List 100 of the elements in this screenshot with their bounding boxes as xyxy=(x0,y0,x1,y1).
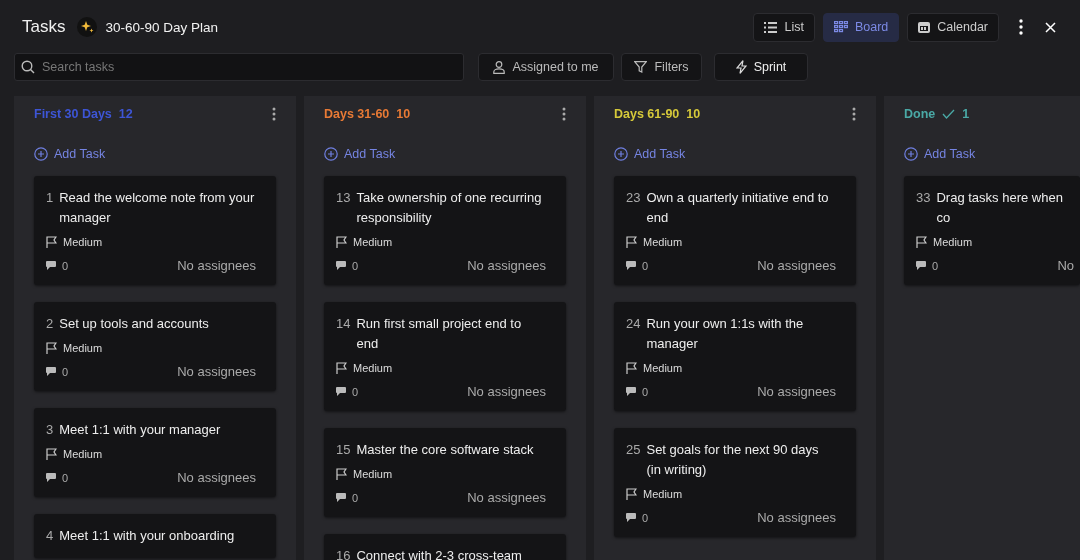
column-count: 10 xyxy=(396,107,411,121)
plus-circle-icon xyxy=(34,147,48,161)
priority-label: Medium xyxy=(643,362,683,374)
column-count: 1 xyxy=(962,107,970,121)
comment-icon xyxy=(626,513,636,522)
flag-icon xyxy=(916,236,927,248)
task-card[interactable]: 4 Meet 1:1 with your onboarding xyxy=(34,514,276,558)
assignees-label: No assignees xyxy=(467,258,546,273)
more-icon[interactable] xyxy=(562,107,566,121)
task-title: Own a quarterly initiative end to end xyxy=(646,189,830,227)
priority-label: Medium xyxy=(933,236,973,248)
assignees-label: No assignees xyxy=(467,490,546,505)
task-number: 1 xyxy=(46,189,54,207)
funnel-icon xyxy=(634,61,648,73)
comment-count: 0 xyxy=(642,385,649,398)
flag-icon xyxy=(46,236,57,248)
flag-icon xyxy=(46,448,57,460)
column-title: First 30 Days xyxy=(34,107,112,121)
comment-icon xyxy=(626,261,636,270)
comment-icon xyxy=(46,473,56,482)
more-icon[interactable] xyxy=(1019,19,1023,35)
page-title: Tasks xyxy=(22,17,66,37)
priority-label: Medium xyxy=(353,468,393,480)
comment-count: 0 xyxy=(62,259,69,272)
task-number: 33 xyxy=(916,189,931,207)
task-card[interactable]: 23 Own a quarterly initiative end to end Medium 0 No assignees xyxy=(614,176,856,285)
task-card[interactable]: 24 Run your own 1:1s with the manager Medium 0 No assignees xyxy=(614,302,856,411)
comment-count: 0 xyxy=(62,471,69,484)
task-number: 25 xyxy=(626,441,641,459)
flag-icon xyxy=(626,236,637,248)
column-count: 12 xyxy=(118,107,133,121)
column-title: Days 31-60 xyxy=(324,107,390,121)
flag-icon xyxy=(336,468,347,480)
flag-icon xyxy=(46,342,57,354)
flag-icon xyxy=(336,362,347,374)
more-icon[interactable] xyxy=(272,107,276,121)
column-title: Done xyxy=(904,107,936,121)
calendar-icon xyxy=(918,21,931,33)
comment-icon xyxy=(46,261,56,270)
add-task-button[interactable]: Add Task xyxy=(34,146,106,162)
task-card[interactable]: 25 Set goals for the next 90 days (in writing) Medium 0 No assignees xyxy=(614,428,856,537)
task-card[interactable]: 16 Connect with 2-3 cross-team xyxy=(324,534,566,560)
task-number: 13 xyxy=(336,189,351,207)
task-title: Meet 1:1 with your manager xyxy=(59,421,221,439)
task-number: 15 xyxy=(336,441,351,459)
close-icon[interactable] xyxy=(1045,21,1056,33)
task-title: Connect with 2-3 cross-team xyxy=(356,547,522,560)
filter-button[interactable]: Assigned to me xyxy=(478,53,614,81)
plus-circle-icon xyxy=(324,147,338,161)
priority-label: Medium xyxy=(353,362,393,374)
plus-circle-icon xyxy=(904,147,918,161)
assignees-label: No xyxy=(1057,258,1074,273)
task-number: 3 xyxy=(46,421,54,439)
add-task-button[interactable]: Add Task xyxy=(324,146,396,162)
flag-icon xyxy=(626,362,637,374)
task-title: Meet 1:1 with your onboarding xyxy=(59,527,235,545)
flag-icon xyxy=(336,236,347,248)
task-card[interactable]: 33 Drag tasks here when co Medium 0 No xyxy=(904,176,1080,285)
task-number: 2 xyxy=(46,315,54,333)
comment-icon xyxy=(46,367,56,376)
task-card[interactable]: 2 Set up tools and accounts Medium 0 No assignees xyxy=(34,302,276,391)
comment-count: 0 xyxy=(642,259,649,272)
plus-circle-icon xyxy=(614,147,628,161)
view-tab[interactable]: Board xyxy=(822,12,900,42)
task-card[interactable]: 15 Master the core software stack Medium 0 No assignees xyxy=(324,428,566,517)
comment-icon xyxy=(336,261,346,270)
assignees-label: No assignees xyxy=(177,364,256,379)
filter-button[interactable]: Sprint xyxy=(714,53,808,81)
list-icon xyxy=(764,21,778,33)
sparkle-icon xyxy=(77,17,98,37)
assignees-label: No assignees xyxy=(177,470,256,485)
search-field[interactable]: Search tasks xyxy=(14,53,464,81)
task-card[interactable]: 3 Meet 1:1 with your manager Medium 0 No assignees xyxy=(34,408,276,497)
task-title: Drag tasks here when co xyxy=(936,189,1064,227)
task-card[interactable]: 14 Run first small project end to end Medium 0 No assignees xyxy=(324,302,566,411)
comment-count: 0 xyxy=(352,385,359,398)
task-number: 14 xyxy=(336,315,351,333)
comment-count: 0 xyxy=(352,259,359,272)
column-title: Days 61-90 xyxy=(614,107,680,121)
lightning-icon xyxy=(735,60,747,74)
add-task-button[interactable]: Add Task xyxy=(904,146,976,162)
task-number: 16 xyxy=(336,547,351,560)
comment-count: 0 xyxy=(62,365,69,378)
filter-button[interactable]: Filters xyxy=(621,53,702,81)
add-task-button[interactable]: Add Task xyxy=(614,146,686,162)
task-card[interactable]: 1 Read the welcome note from your manager Medium 0 No assignees xyxy=(34,176,276,285)
assignees-label: No assignees xyxy=(757,258,836,273)
priority-label: Medium xyxy=(63,448,103,460)
more-icon[interactable] xyxy=(852,107,856,121)
task-card[interactable]: 13 Take ownership of one recurring responsibility Medium 0 No assignees xyxy=(324,176,566,285)
task-title: Read the welcome note from your manager xyxy=(59,189,256,227)
comment-icon xyxy=(626,387,636,396)
comment-icon xyxy=(916,261,926,270)
view-tab[interactable]: List xyxy=(753,12,815,42)
view-tab[interactable]: Calendar xyxy=(907,12,999,42)
assignees-label: No assignees xyxy=(177,258,256,273)
comment-count: 0 xyxy=(932,259,939,272)
task-title: Run your own 1:1s with the manager xyxy=(646,315,805,353)
flag-icon xyxy=(626,488,637,500)
priority-label: Medium xyxy=(643,488,683,500)
